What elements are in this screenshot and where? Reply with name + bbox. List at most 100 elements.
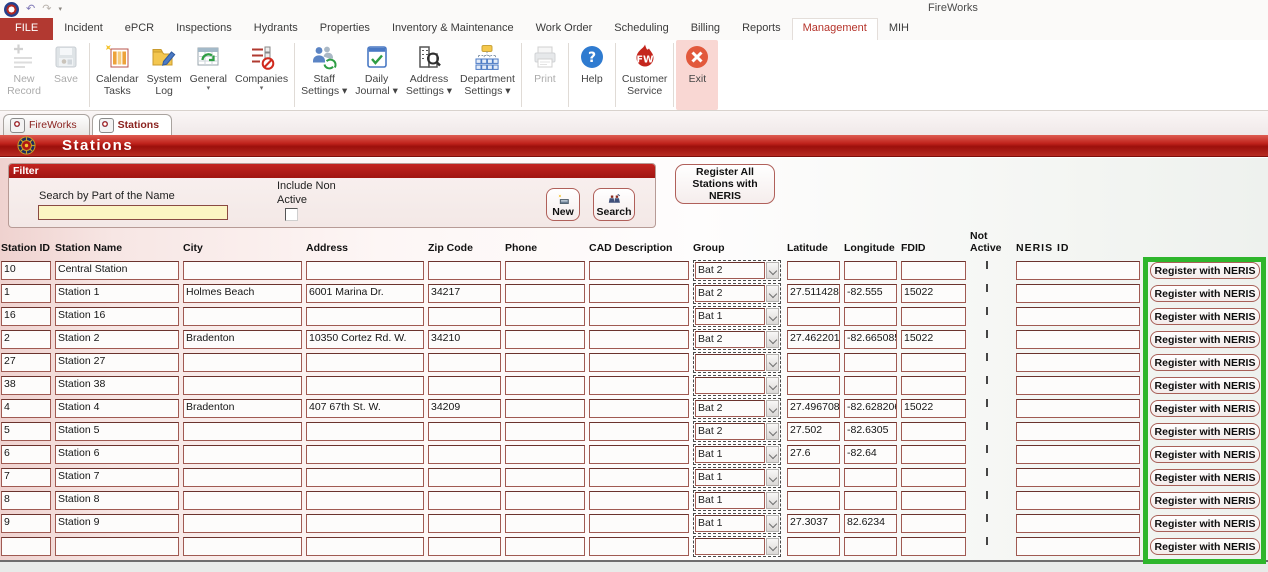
station-id-field[interactable]: 1 (1, 284, 51, 303)
station-name-field[interactable]: Station 5 (55, 422, 179, 441)
register-with-neris-button[interactable]: Register with NERIS (1150, 400, 1260, 417)
calendar-tasks-button[interactable]: CalendarTasks (92, 40, 143, 110)
zip-code-field[interactable] (428, 261, 501, 280)
longitude-field[interactable]: -82.6305 (844, 422, 897, 441)
fdid-field[interactable] (901, 422, 966, 441)
group-dropdown[interactable] (693, 352, 781, 373)
phone-field[interactable] (505, 284, 585, 303)
station-id-field[interactable]: 16 (1, 307, 51, 326)
neris-id-field[interactable] (1016, 353, 1140, 372)
address-field[interactable] (306, 537, 424, 556)
address-field[interactable]: 10350 Cortez Rd. W. (306, 330, 424, 349)
register-with-neris-button[interactable]: Register with NERIS (1150, 308, 1260, 325)
register-with-neris-button[interactable]: Register with NERIS (1150, 492, 1260, 509)
phone-field[interactable] (505, 261, 585, 280)
group-dropdown[interactable]: Bat 2 (693, 260, 781, 281)
fdid-field[interactable] (901, 307, 966, 326)
group-dropdown[interactable]: Bat 1 (693, 513, 781, 534)
latitude-field[interactable] (787, 491, 840, 510)
undo-icon[interactable]: ↶ (26, 2, 35, 16)
register-with-neris-button[interactable]: Register with NERIS (1150, 354, 1260, 371)
not-active-checkbox[interactable] (986, 537, 988, 545)
address-field[interactable] (306, 468, 424, 487)
cad-description-field[interactable] (589, 353, 689, 372)
help-button[interactable]: ? Help (571, 40, 613, 110)
latitude-field[interactable] (787, 353, 840, 372)
cad-description-field[interactable] (589, 399, 689, 418)
not-active-checkbox[interactable] (986, 261, 988, 269)
menu-tab-inventory-maintenance[interactable]: Inventory & Maintenance (381, 18, 525, 40)
not-active-checkbox[interactable] (986, 468, 988, 476)
menu-tab-properties[interactable]: Properties (309, 18, 381, 40)
latitude-field[interactable]: 27.4967085 (787, 399, 840, 418)
latitude-field[interactable]: 27.5114283 (787, 284, 840, 303)
group-dropdown[interactable]: Bat 2 (693, 398, 781, 419)
exit-button[interactable]: Exit (676, 40, 718, 110)
longitude-field[interactable] (844, 468, 897, 487)
register-with-neris-button[interactable]: Register with NERIS (1150, 515, 1260, 532)
save-button[interactable]: Save (45, 40, 87, 110)
zip-code-field[interactable]: 34210 (428, 330, 501, 349)
station-id-field[interactable]: 4 (1, 399, 51, 418)
address-field[interactable]: 6001 Marina Dr. (306, 284, 424, 303)
group-dropdown[interactable]: Bat 1 (693, 306, 781, 327)
city-field[interactable] (183, 376, 302, 395)
station-id-field[interactable]: 2 (1, 330, 51, 349)
tab-fireworks[interactable]: FireWorks (3, 114, 90, 135)
register-with-neris-button[interactable]: Register with NERIS (1150, 446, 1260, 463)
zip-code-field[interactable] (428, 422, 501, 441)
neris-id-field[interactable] (1016, 491, 1140, 510)
department-settings-button[interactable]: DepartmentSettings ▾ (456, 40, 519, 110)
menu-tab-incident[interactable]: Incident (53, 18, 114, 40)
menu-tab-billing[interactable]: Billing (680, 18, 731, 40)
longitude-field[interactable] (844, 261, 897, 280)
cad-description-field[interactable] (589, 445, 689, 464)
menu-tab-work-order[interactable]: Work Order (525, 18, 604, 40)
station-id-field[interactable]: 8 (1, 491, 51, 510)
register-with-neris-button[interactable]: Register with NERIS (1150, 285, 1260, 302)
fdid-field[interactable] (901, 491, 966, 510)
station-name-field[interactable]: Station 38 (55, 376, 179, 395)
fdid-field[interactable]: 15022 (901, 330, 966, 349)
station-name-field[interactable]: Station 6 (55, 445, 179, 464)
group-dropdown[interactable]: Bat 2 (693, 329, 781, 350)
neris-id-field[interactable] (1016, 468, 1140, 487)
zip-code-field[interactable] (428, 468, 501, 487)
address-field[interactable] (306, 445, 424, 464)
longitude-field[interactable] (844, 537, 897, 556)
zip-code-field[interactable]: 34217 (428, 284, 501, 303)
address-settings-button[interactable]: AddressSettings ▾ (402, 40, 456, 110)
chevron-down-icon[interactable] (766, 285, 779, 302)
zip-code-field[interactable] (428, 491, 501, 510)
chevron-down-icon[interactable] (766, 331, 779, 348)
fdid-field[interactable] (901, 514, 966, 533)
menu-tab-reports[interactable]: Reports (731, 18, 792, 40)
longitude-field[interactable] (844, 353, 897, 372)
city-field[interactable]: Holmes Beach (183, 284, 302, 303)
not-active-checkbox[interactable] (986, 330, 988, 338)
phone-field[interactable] (505, 376, 585, 395)
city-field[interactable] (183, 353, 302, 372)
cad-description-field[interactable] (589, 307, 689, 326)
station-id-field[interactable] (1, 537, 51, 556)
neris-id-field[interactable] (1016, 261, 1140, 280)
address-field[interactable] (306, 514, 424, 533)
station-id-field[interactable]: 7 (1, 468, 51, 487)
latitude-field[interactable]: 27.3037 (787, 514, 840, 533)
register-all-stations-button[interactable]: Register All Stations with NERIS (675, 164, 775, 204)
chevron-down-icon[interactable] (766, 492, 779, 509)
not-active-checkbox[interactable] (986, 376, 988, 384)
group-dropdown[interactable]: Bat 1 (693, 467, 781, 488)
neris-id-field[interactable] (1016, 284, 1140, 303)
chevron-down-icon[interactable] (766, 538, 779, 555)
neris-id-field[interactable] (1016, 399, 1140, 418)
menu-tab-mih[interactable]: MIH (878, 18, 920, 40)
zip-code-field[interactable] (428, 445, 501, 464)
chevron-down-icon[interactable] (766, 515, 779, 532)
zip-code-field[interactable] (428, 307, 501, 326)
station-id-field[interactable]: 9 (1, 514, 51, 533)
cad-description-field[interactable] (589, 330, 689, 349)
phone-field[interactable] (505, 491, 585, 510)
station-name-field[interactable]: Station 4 (55, 399, 179, 418)
not-active-checkbox[interactable] (986, 353, 988, 361)
